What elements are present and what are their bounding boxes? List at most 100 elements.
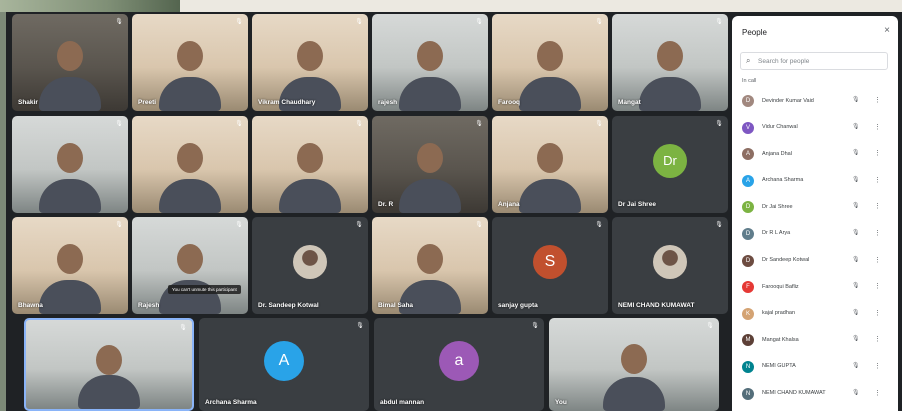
participant-tile[interactable]: 🎙 Vikram Chaudhary [252,14,368,111]
more-vert-icon[interactable]: ⋮ [874,389,881,397]
avatar: S [533,244,567,279]
mic-off-icon: 🎙 [475,19,483,25]
mic-off-icon[interactable]: 🎙 [852,362,860,369]
participant-name: Archana Sharma [205,399,257,406]
more-vert-icon[interactable]: ⋮ [874,362,881,370]
participant-tile[interactable]: S 🎙 sanjay gupta [492,217,608,314]
participant-tile[interactable]: A 🎙 Archana Sharma [199,318,369,411]
list-item[interactable]: D Dr R L Arya 🎙 ⋮ [732,221,898,248]
participant-tile[interactable]: 🎙 [12,116,128,213]
more-vert-icon[interactable]: ⋮ [874,96,881,104]
more-vert-icon[interactable]: ⋮ [874,176,881,184]
list-item[interactable]: A Archana Sharma 🎙 ⋮ [732,168,898,195]
tooltip: You can't unmute this participant [168,285,241,294]
avatar: D [742,95,754,107]
more-vert-icon[interactable]: ⋮ [874,229,881,237]
mic-off-icon[interactable]: 🎙 [852,309,860,316]
participant-name: kajal pradhan [762,310,796,317]
participant-tile[interactable]: 🎙 rajesh [372,14,488,111]
participant-tile[interactable]: 🎙 Dr. Sandeep Kotwal [252,217,368,314]
participant-video-body [603,377,665,411]
participant-name: Devinder Kumar Vaid [762,97,814,104]
more-vert-icon[interactable]: ⋮ [874,335,881,343]
list-item[interactable]: F Farooqui Bafliz 🎙 ⋮ [732,274,898,301]
more-vert-icon[interactable]: ⋮ [874,149,881,157]
mic-off-icon[interactable]: 🎙 [852,202,860,209]
mic-off-icon: 🎙 [475,121,483,127]
participant-tile[interactable]: 🎙 Bhawna [12,217,128,314]
participant-tile[interactable]: 🎙 NEMI CHAND KUMAWAT [612,217,728,314]
mic-off-icon: 🎙 [115,19,123,25]
participant-name: Farooq [498,99,521,106]
participant-tile[interactable]: 🎙 Shakir [12,14,128,111]
avatar: N [742,387,754,400]
participant-video-head [417,244,443,275]
participant-tile[interactable]: a 🎙 abdul mannan [374,318,544,411]
more-vert-icon[interactable]: ⋮ [874,282,881,290]
background-top-right [180,0,902,12]
participant-tile[interactable]: 🎙 Bimal Saha [372,217,488,314]
mic-off-icon[interactable]: 🎙 [852,389,860,396]
participant-tile[interactable]: 🎙 You can't unmute this participant Rajesh [132,217,248,314]
participant-tile[interactable]: 🎙 [132,116,248,213]
participant-tile[interactable]: 🎙 You [549,318,719,411]
participant-name: NEMI CHAND KUMAWAT [618,302,695,309]
participant-name: Farooqui Bafliz [762,283,799,290]
mic-off-icon: 🎙 [715,222,723,228]
mic-off-icon: 🎙 [355,222,363,228]
mic-off-icon: 🎙 [115,222,123,228]
panel-title: People [742,28,767,37]
more-vert-icon[interactable]: ⋮ [874,309,881,317]
list-item[interactable]: D Dr Jai Shree 🎙 ⋮ [732,194,898,221]
list-item[interactable]: N NEMI GUPTA 🎙 ⋮ [732,354,898,381]
search-input[interactable] [758,54,883,68]
participant-tile[interactable]: 🎙 Anjana [492,116,608,213]
avatar: N [742,360,754,373]
mic-off-icon[interactable]: 🎙 [852,335,860,342]
participant-tile[interactable]: 🎙 Dr. R [372,116,488,213]
list-item[interactable]: Kkajal pradhan 🎙 ⋮ [732,301,898,328]
mic-off-icon[interactable]: 🎙 [852,229,860,236]
list-item[interactable]: V Vidur Chanwal 🎙 ⋮ [732,115,898,142]
mic-off-icon: 🎙 [715,19,723,25]
more-vert-icon[interactable]: ⋮ [874,202,881,210]
participant-name: Dr Jai Shree [618,201,656,208]
mic-off-icon: 🎙 [475,222,483,228]
participant-tile[interactable]: 🎙 [252,116,368,213]
participant-tile[interactable]: 🎙 Preeti [132,14,248,111]
close-icon[interactable]: × [884,25,890,36]
mic-off-icon[interactable]: 🎙 [852,176,860,183]
participant-video-body [159,179,221,213]
participant-video-head [96,344,122,375]
participant-video-head [297,143,323,174]
participant-name: abdul mannan [380,399,425,406]
avatar: M [742,334,754,347]
participant-name: NEMI GUPTA [762,363,796,370]
participant-tile[interactable]: 🎙 Farooq [492,14,608,111]
search-box[interactable]: ⌕ [740,52,888,70]
mic-off-icon[interactable]: 🎙 [852,149,860,156]
participant-video-head [177,143,203,174]
list-item[interactable]: D Dr Sandeep Kotwal 🎙 ⋮ [732,248,898,275]
more-vert-icon[interactable]: ⋮ [874,256,881,264]
participant-tile[interactable]: 🎙 [24,318,194,411]
mic-off-icon[interactable]: 🎙 [852,256,860,263]
participant-list: D Devinder Kumar Vaid 🎙 ⋮ V Vidur Chanwal 🎙 ⋮ A A… [732,88,898,407]
participant-video-body [399,77,461,111]
mic-off-icon: 🎙 [595,222,603,228]
participant-video-body [78,375,140,409]
mic-off-icon[interactable]: 🎙 [852,282,860,289]
participant-video-head [537,143,563,174]
participant-video-head [657,41,683,72]
mic-off-icon[interactable]: 🎙 [852,123,860,130]
more-vert-icon[interactable]: ⋮ [874,123,881,131]
list-item[interactable]: D Devinder Kumar Vaid 🎙 ⋮ [732,88,898,115]
list-item[interactable]: N NEMI CHAND KUMAWAT 🎙 ⋮ [732,381,898,408]
list-item[interactable]: M Mangat Khalsa 🎙 ⋮ [732,327,898,354]
participant-tile[interactable]: Dr 🎙 Dr Jai Shree [612,116,728,213]
participant-video-body [399,179,461,213]
list-item[interactable]: A Anjana Dhal 🎙 ⋮ [732,141,898,168]
participant-tile[interactable]: 🎙 Mangat [612,14,728,111]
participant-name: Dr. R [378,201,394,208]
mic-off-icon[interactable]: 🎙 [852,96,860,103]
